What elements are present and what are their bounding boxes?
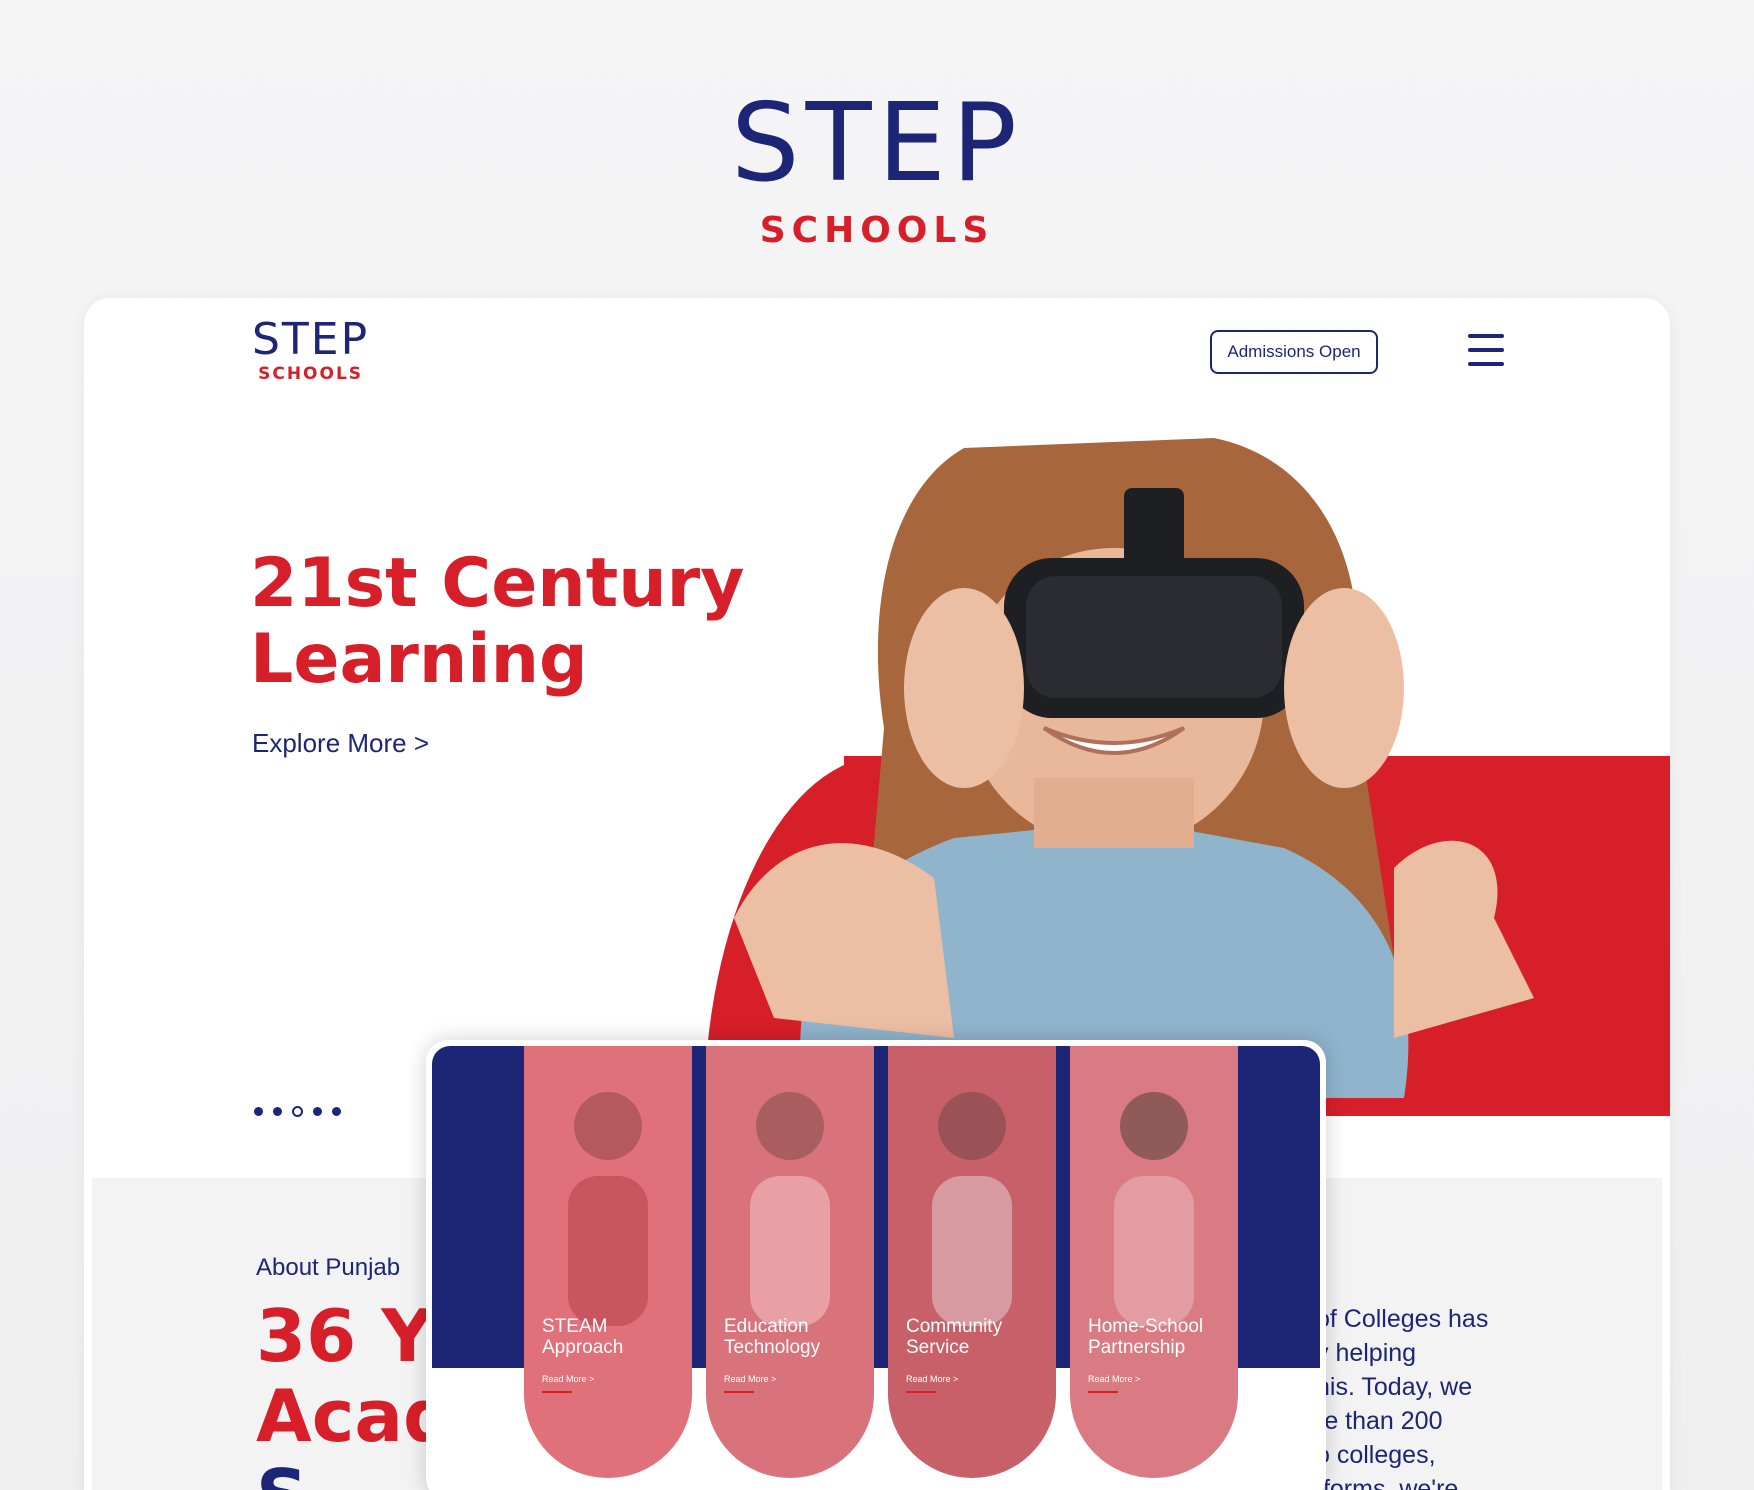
program-image-home-school (1114, 1092, 1194, 1326)
slider-dot[interactable] (273, 1107, 282, 1116)
program-rule (542, 1391, 572, 1393)
nav-logo-sub: SCHOOLS (258, 364, 364, 384)
brand-logo-word: STEP (731, 81, 1023, 206)
slider-dots (254, 1106, 341, 1117)
read-more-link[interactable]: Read More > (1088, 1374, 1140, 1384)
about-body-line: y helping (1316, 1339, 1417, 1367)
slider-dot[interactable] (313, 1107, 322, 1116)
program-rule (1088, 1391, 1118, 1393)
read-more-link[interactable]: Read More > (906, 1374, 958, 1384)
brand-logo-sub: SCHOOLS (759, 210, 995, 251)
hero-title: 21st Century Learning (250, 546, 850, 698)
hero-vr-girl-image (734, 438, 1534, 1098)
program-card-steam[interactable]: STEAM Approach Read More > (524, 1046, 692, 1478)
program-title: Home-School Partnership (1088, 1316, 1204, 1358)
menu-icon[interactable] (1468, 334, 1504, 368)
program-image-steam (568, 1092, 648, 1326)
program-title: Education Technology (724, 1316, 821, 1358)
program-rule (724, 1391, 754, 1393)
read-more-link[interactable]: Read More > (542, 1374, 594, 1384)
slider-dot-active[interactable] (292, 1106, 303, 1117)
program-card-edtech[interactable]: Education Technology Read More > (706, 1046, 874, 1478)
program-title: Community Service (906, 1316, 1003, 1358)
about-body-line: tforms, we're (1316, 1475, 1459, 1490)
nav-logo[interactable]: STEP SCHOOLS (252, 314, 370, 385)
about-body-line: of Colleges has (1316, 1305, 1489, 1333)
slider-dot[interactable] (332, 1107, 341, 1116)
nav-logo-word: STEP (252, 314, 370, 365)
program-image-edtech (750, 1092, 830, 1326)
program-title: STEAM Approach (542, 1316, 624, 1358)
program-card-home-school[interactable]: Home-School Partnership Read More > (1070, 1046, 1238, 1478)
hero-title-line1: 21st Century (250, 544, 745, 623)
explore-more-link[interactable]: Explore More > (252, 728, 429, 759)
brand-logo: STEP SCHOOLS (0, 81, 1754, 252)
about-label: About Punjab (256, 1254, 401, 1281)
about-body-line: o colleges, (1316, 1441, 1436, 1469)
about-body-line: re than 200 (1316, 1407, 1443, 1435)
about-body-line: his. Today, we (1316, 1373, 1473, 1401)
programs-panel: STEAM Approach Read More > Education Tec… (426, 1040, 1326, 1490)
hero-title-line2: Learning (250, 620, 588, 699)
admissions-open-button[interactable]: Admissions Open (1210, 330, 1378, 374)
read-more-link[interactable]: Read More > (724, 1374, 776, 1384)
slider-dot[interactable] (254, 1107, 263, 1116)
program-image-community (932, 1092, 1012, 1326)
about-body: of Colleges has y helping his. Today, we… (1316, 1302, 1646, 1490)
program-rule (906, 1391, 936, 1393)
program-card-community[interactable]: Community Service Read More > (888, 1046, 1056, 1478)
